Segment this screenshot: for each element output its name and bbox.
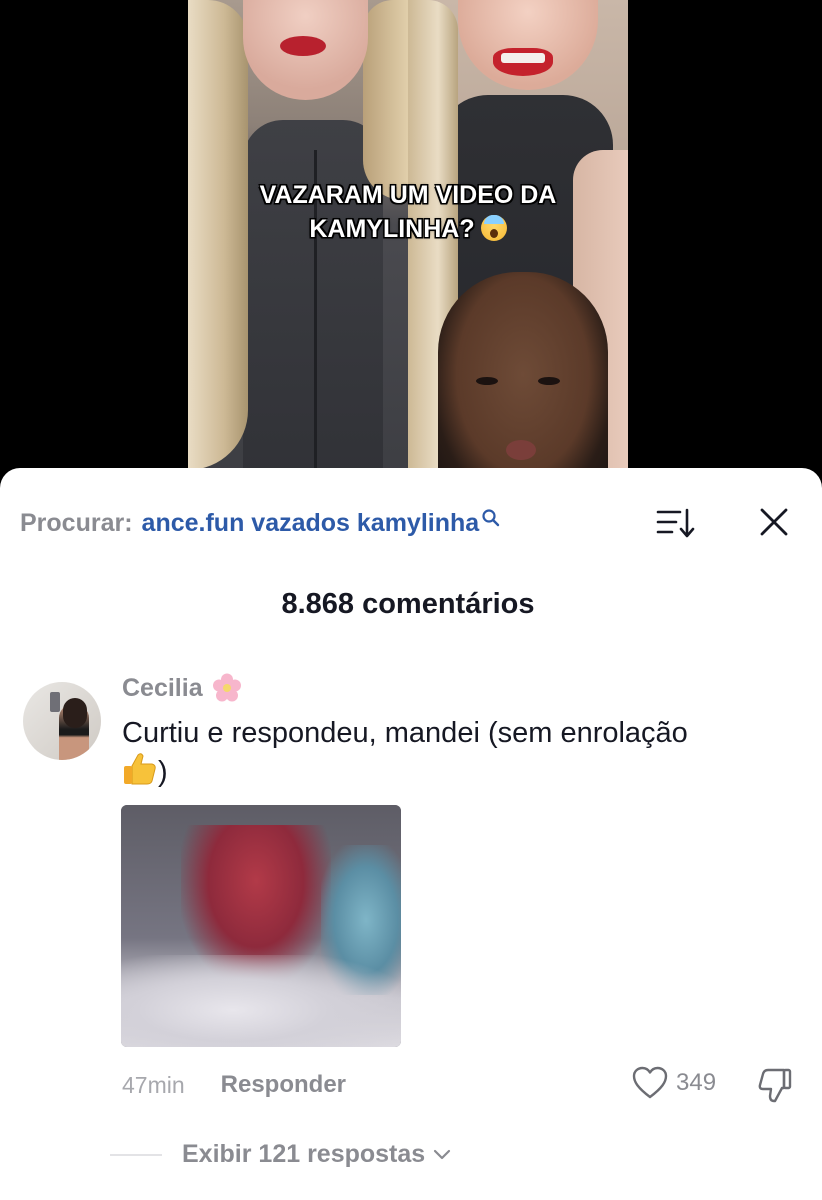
heart-icon[interactable]	[632, 1066, 668, 1100]
search-query-link[interactable]: ance.fun vazados kamylinha	[142, 509, 480, 538]
avatar[interactable]	[23, 682, 101, 760]
flower-icon	[212, 673, 241, 702]
comment-time: 47min	[122, 1071, 185, 1098]
video-caption-line1: VAZARAM UM VIDEO DA	[259, 181, 557, 209]
like-count: 349	[676, 1069, 717, 1096]
chevron-down-icon	[434, 1149, 451, 1159]
video-left-panel	[188, 0, 408, 500]
search-icon[interactable]	[481, 508, 501, 528]
comment-meta: 47min Responder	[122, 1071, 346, 1099]
comment-username[interactable]: Cecilia	[122, 672, 243, 704]
search-prefix: Procurar:	[20, 508, 133, 537]
video-player[interactable]: VAZARAM UM VIDEO DA KAMYLINHA?	[0, 0, 822, 500]
view-replies-button[interactable]: Exibir 121 respostas	[110, 1140, 451, 1169]
username-text: Cecilia	[122, 673, 203, 702]
thumbs-up-emoji	[124, 753, 156, 785]
comment-text-main: Curtiu e respondeu, mandei (sem enrolaçã…	[122, 717, 688, 749]
comment-text: Curtiu e respondeu, mandei (sem enrolaçã…	[122, 714, 802, 791]
view-replies-label: Exibir 121 respostas	[182, 1140, 426, 1168]
search-suggestion[interactable]: Procurar: ance.fun vazados kamylinha	[20, 506, 501, 540]
video-caption-line2: KAMYLINHA?	[309, 215, 475, 243]
reply-button[interactable]: Responder	[221, 1071, 346, 1099]
video-frame	[188, 0, 628, 500]
replies-divider	[110, 1153, 162, 1156]
dislike-icon[interactable]	[756, 1066, 794, 1104]
video-inset-face	[438, 272, 608, 500]
comments-sheet: Procurar: ance.fun vazados kamylinha 8.8…	[0, 468, 822, 1200]
like-button[interactable]: 349	[632, 1066, 716, 1100]
shocked-face-emoji	[480, 215, 507, 241]
comment-text-end: )	[158, 756, 168, 788]
video-caption-overlay: VAZARAM UM VIDEO DA KAMYLINHA?	[188, 178, 628, 246]
close-icon[interactable]	[756, 504, 792, 540]
comment-image[interactable]	[121, 805, 401, 1047]
comments-count-title: 8.868 comentários	[281, 588, 535, 620]
sort-icon[interactable]	[656, 506, 696, 540]
